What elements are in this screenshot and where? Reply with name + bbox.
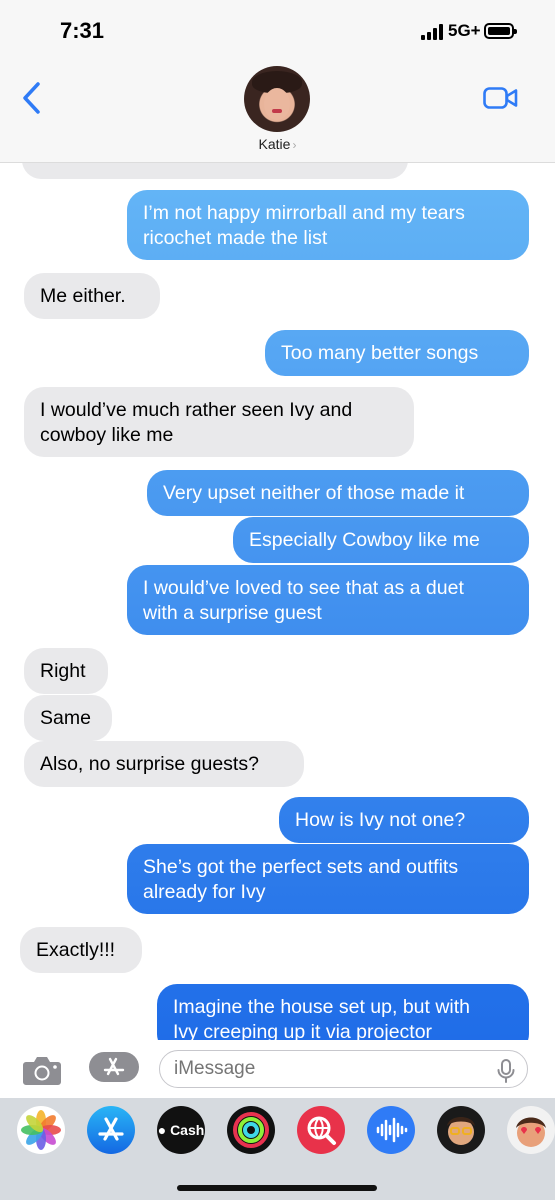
sent-message-bubble[interactable]: I’m not happy mirrorball and my tears ric…	[127, 190, 529, 260]
contact-name: Katie	[258, 136, 291, 152]
received-message-bubble[interactable]: I would’ve much rather seen Ivy and cowbo…	[24, 387, 414, 457]
web-images-app-icon[interactable]	[297, 1106, 345, 1154]
received-message-bubble[interactable]: Right	[24, 648, 108, 694]
dictation-button[interactable]	[496, 1059, 516, 1083]
received-message-bubble[interactable]: Me either.	[24, 273, 160, 319]
message-text-line: Right	[40, 660, 86, 682]
message-text-line: Ivy creeping up it via projector	[173, 1021, 433, 1040]
message-text-line: ricochet made the list	[143, 227, 328, 249]
received-message-bubble[interactable]: Same	[24, 695, 112, 741]
sent-message-bubble[interactable]: She’s got the perfect sets and outfits al…	[127, 844, 529, 914]
video-camera-icon	[483, 87, 518, 109]
sent-message-bubble[interactable]: Especially Cowboy like me	[233, 517, 529, 563]
message-text-line: Too many better songs	[281, 342, 479, 364]
sent-message-bubble[interactable]: Very upset neither of those made it	[147, 470, 529, 516]
received-message-bubble[interactable]: Exactly!!!	[20, 927, 142, 973]
message-input[interactable]	[159, 1050, 528, 1088]
network-type: 5G+	[448, 21, 481, 40]
chevron-right-icon: ›	[292, 138, 297, 152]
received-message-bubble[interactable]: Also, no surprise guests?	[24, 741, 304, 787]
message-text-line: cowboy like me	[40, 424, 174, 446]
sent-message-bubble[interactable]: Too many better songs	[265, 330, 529, 376]
message-text-line: with a surprise guest	[143, 602, 322, 624]
received-message-bubble[interactable]	[22, 163, 408, 179]
message-text-line: How is Ivy not one?	[295, 809, 466, 831]
apps-button[interactable]	[89, 1052, 139, 1082]
status-time: 7:31	[60, 18, 105, 43]
cellular-signal-icon	[421, 24, 443, 40]
message-text-line: She’s got the perfect sets and outfits	[143, 856, 459, 878]
message-text-line: I would’ve much rather seen Ivy and	[40, 399, 353, 421]
message-thread[interactable]: I’m not happy mirrorball and my tears ric…	[0, 163, 555, 1040]
message-text-line: Imagine the house set up, but with	[173, 996, 471, 1018]
app-store-app-icon[interactable]	[87, 1106, 135, 1154]
chevron-left-icon	[23, 82, 40, 114]
message-text-line: Especially Cowboy like me	[249, 529, 480, 551]
home-indicator[interactable]	[177, 1185, 377, 1191]
message-text-line: Same	[40, 707, 91, 729]
app-store-icon	[103, 1057, 125, 1076]
apple-cash-label: Cash	[170, 1122, 204, 1138]
sent-message-bubble[interactable]: Imagine the house set up, but with Ivy cr…	[157, 984, 529, 1040]
sent-message-bubble[interactable]: How is Ivy not one?	[279, 797, 529, 843]
apple-cash-app-icon[interactable]: ● Cash	[157, 1106, 205, 1154]
camera-button[interactable]	[22, 1054, 62, 1086]
status-bar: 7:31 5G+	[0, 0, 555, 60]
compose-bar	[0, 1040, 555, 1098]
conversation-header: Katie ›	[0, 60, 555, 163]
microphone-icon	[497, 1059, 515, 1083]
message-text-line: Exactly!!!	[36, 939, 116, 961]
memoji-stickers-app-icon[interactable]	[507, 1106, 555, 1154]
facetime-button[interactable]	[483, 86, 519, 110]
message-text-line: Me either.	[40, 285, 126, 307]
fitness-app-icon[interactable]	[227, 1106, 275, 1154]
message-text-line: Also, no surprise guests?	[40, 753, 259, 775]
svg-text:● Cash: ● Cash	[158, 1122, 205, 1138]
avatar[interactable]	[244, 66, 310, 132]
memoji-app-icon[interactable]	[437, 1106, 485, 1154]
contact-name-button[interactable]: Katie ›	[0, 136, 555, 152]
audio-message-app-icon[interactable]	[367, 1106, 415, 1154]
message-text-line: I’m not happy mirrorball and my tears	[143, 202, 465, 224]
message-text-line: already for Ivy	[143, 881, 266, 903]
battery-icon	[484, 23, 517, 39]
photos-app-icon[interactable]	[17, 1106, 65, 1154]
message-text-line: Very upset neither of those made it	[163, 482, 465, 504]
message-text-line: I would’ve loved to see that as a duet	[143, 577, 464, 599]
camera-icon	[23, 1057, 61, 1085]
sent-message-bubble[interactable]: I would’ve loved to see that as a duet wi…	[127, 565, 529, 635]
back-button[interactable]	[18, 80, 48, 116]
